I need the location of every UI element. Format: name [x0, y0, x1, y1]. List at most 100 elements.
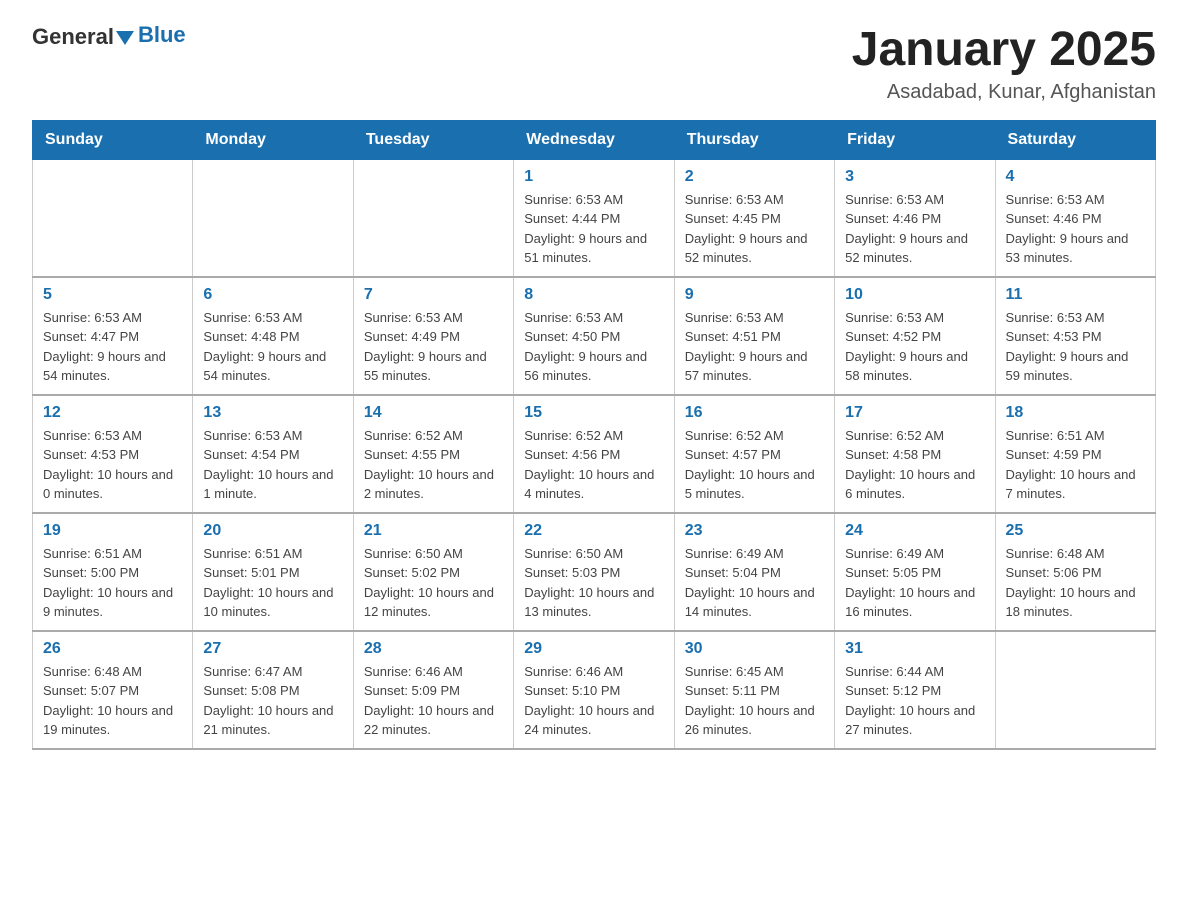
calendar-header: Sunday Monday Tuesday Wednesday Thursday… — [33, 120, 1156, 159]
day-number: 25 — [1006, 522, 1145, 540]
day-number: 11 — [1006, 286, 1145, 304]
day-info: Sunrise: 6:53 AMSunset: 4:46 PMDaylight:… — [1006, 190, 1145, 268]
day-number: 5 — [43, 286, 182, 304]
day-number: 31 — [845, 640, 984, 658]
day-number: 6 — [203, 286, 342, 304]
week-row-1: 1 Sunrise: 6:53 AMSunset: 4:44 PMDaylight… — [33, 159, 1156, 277]
day-info: Sunrise: 6:48 AMSunset: 5:06 PMDaylight:… — [1006, 544, 1145, 622]
day-info: Sunrise: 6:50 AMSunset: 5:03 PMDaylight:… — [524, 544, 663, 622]
day-cell: 20Sunrise: 6:51 AMSunset: 5:01 PMDayligh… — [193, 513, 353, 631]
day-info: Sunrise: 6:49 AMSunset: 5:05 PMDaylight:… — [845, 544, 984, 622]
day-number: 26 — [43, 640, 182, 658]
day-info: Sunrise: 6:53 AMSunset: 4:45 PMDaylight:… — [685, 190, 824, 268]
header-row: Sunday Monday Tuesday Wednesday Thursday… — [33, 120, 1156, 159]
day-info: Sunrise: 6:46 AMSunset: 5:09 PMDaylight:… — [364, 662, 503, 740]
day-cell: 27 Sunrise: 6:47 AMSunset: 5:08 PMDayligh… — [193, 631, 353, 749]
day-number: 18 — [1006, 404, 1145, 422]
logo: General Blue — [32, 24, 186, 50]
col-tuesday: Tuesday — [353, 120, 513, 159]
week-row-4: 19 Sunrise: 6:51 AMSunset: 5:00 PMDayligh… — [33, 513, 1156, 631]
day-number: 16 — [685, 404, 824, 422]
day-info: Sunrise: 6:48 AMSunset: 5:07 PMDaylight:… — [43, 662, 182, 740]
day-cell: 22 Sunrise: 6:50 AMSunset: 5:03 PMDayligh… — [514, 513, 674, 631]
day-number: 15 — [524, 404, 663, 422]
day-info: Sunrise: 6:52 AMSunset: 4:55 PMDaylight:… — [364, 426, 503, 504]
day-cell: 11Sunrise: 6:53 AMSunset: 4:53 PMDayligh… — [995, 277, 1155, 395]
day-number: 22 — [524, 522, 663, 540]
logo-general-text: General — [32, 24, 114, 50]
day-cell: 16Sunrise: 6:52 AMSunset: 4:57 PMDayligh… — [674, 395, 834, 513]
day-info: Sunrise: 6:45 AMSunset: 5:11 PMDaylight:… — [685, 662, 824, 740]
day-info: Sunrise: 6:47 AMSunset: 5:08 PMDaylight:… — [203, 662, 342, 740]
calendar-subtitle: Asadabad, Kunar, Afghanistan — [852, 81, 1156, 104]
day-number: 27 — [203, 640, 342, 658]
day-cell: 18 Sunrise: 6:51 AMSunset: 4:59 PMDayligh… — [995, 395, 1155, 513]
day-cell: 2 Sunrise: 6:53 AMSunset: 4:45 PMDaylight… — [674, 159, 834, 277]
day-number: 9 — [685, 286, 824, 304]
day-cell: 14 Sunrise: 6:52 AMSunset: 4:55 PMDayligh… — [353, 395, 513, 513]
day-info: Sunrise: 6:50 AMSunset: 5:02 PMDaylight:… — [364, 544, 503, 622]
day-number: 17 — [845, 404, 984, 422]
day-cell: 13 Sunrise: 6:53 AMSunset: 4:54 PMDayligh… — [193, 395, 353, 513]
day-info: Sunrise: 6:51 AMSunset: 4:59 PMDaylight:… — [1006, 426, 1145, 504]
day-cell: 24Sunrise: 6:49 AMSunset: 5:05 PMDayligh… — [835, 513, 995, 631]
day-cell — [995, 631, 1155, 749]
day-cell: 4 Sunrise: 6:53 AMSunset: 4:46 PMDaylight… — [995, 159, 1155, 277]
day-info: Sunrise: 6:46 AMSunset: 5:10 PMDaylight:… — [524, 662, 663, 740]
day-number: 29 — [524, 640, 663, 658]
day-number: 10 — [845, 286, 984, 304]
logo-triangle-icon — [116, 31, 134, 45]
col-wednesday: Wednesday — [514, 120, 674, 159]
day-cell: 9 Sunrise: 6:53 AMSunset: 4:51 PMDaylight… — [674, 277, 834, 395]
day-cell: 1 Sunrise: 6:53 AMSunset: 4:44 PMDaylight… — [514, 159, 674, 277]
logo-blue-text: Blue — [138, 22, 186, 48]
day-cell: 29 Sunrise: 6:46 AMSunset: 5:10 PMDayligh… — [514, 631, 674, 749]
day-info: Sunrise: 6:53 AMSunset: 4:50 PMDaylight:… — [524, 308, 663, 386]
day-info: Sunrise: 6:53 AMSunset: 4:54 PMDaylight:… — [203, 426, 342, 504]
day-info: Sunrise: 6:53 AMSunset: 4:49 PMDaylight:… — [364, 308, 503, 386]
day-cell: 21 Sunrise: 6:50 AMSunset: 5:02 PMDayligh… — [353, 513, 513, 631]
day-number: 2 — [685, 168, 824, 186]
day-number: 14 — [364, 404, 503, 422]
day-info: Sunrise: 6:52 AMSunset: 4:58 PMDaylight:… — [845, 426, 984, 504]
day-cell — [353, 159, 513, 277]
day-info: Sunrise: 6:44 AMSunset: 5:12 PMDaylight:… — [845, 662, 984, 740]
day-cell: 6Sunrise: 6:53 AMSunset: 4:48 PMDaylight… — [193, 277, 353, 395]
calendar-title: January 2025 — [852, 24, 1156, 77]
day-info: Sunrise: 6:53 AMSunset: 4:52 PMDaylight:… — [845, 308, 984, 386]
day-cell: 7 Sunrise: 6:53 AMSunset: 4:49 PMDaylight… — [353, 277, 513, 395]
day-number: 4 — [1006, 168, 1145, 186]
day-number: 28 — [364, 640, 503, 658]
day-number: 1 — [524, 168, 663, 186]
day-number: 7 — [364, 286, 503, 304]
day-cell: 15 Sunrise: 6:52 AMSunset: 4:56 PMDayligh… — [514, 395, 674, 513]
calendar-body: 1 Sunrise: 6:53 AMSunset: 4:44 PMDaylight… — [33, 159, 1156, 749]
day-cell: 8 Sunrise: 6:53 AMSunset: 4:50 PMDaylight… — [514, 277, 674, 395]
col-friday: Friday — [835, 120, 995, 159]
day-cell — [193, 159, 353, 277]
day-info: Sunrise: 6:52 AMSunset: 4:56 PMDaylight:… — [524, 426, 663, 504]
day-number: 3 — [845, 168, 984, 186]
day-cell: 31 Sunrise: 6:44 AMSunset: 5:12 PMDayligh… — [835, 631, 995, 749]
day-number: 19 — [43, 522, 182, 540]
day-cell: 19 Sunrise: 6:51 AMSunset: 5:00 PMDayligh… — [33, 513, 193, 631]
day-number: 8 — [524, 286, 663, 304]
week-row-2: 5 Sunrise: 6:53 AMSunset: 4:47 PMDaylight… — [33, 277, 1156, 395]
day-cell: 30 Sunrise: 6:45 AMSunset: 5:11 PMDayligh… — [674, 631, 834, 749]
day-cell: 3 Sunrise: 6:53 AMSunset: 4:46 PMDaylight… — [835, 159, 995, 277]
day-cell: 12Sunrise: 6:53 AMSunset: 4:53 PMDayligh… — [33, 395, 193, 513]
day-info: Sunrise: 6:53 AMSunset: 4:44 PMDaylight:… — [524, 190, 663, 268]
calendar-table: Sunday Monday Tuesday Wednesday Thursday… — [32, 120, 1156, 750]
day-cell: 28 Sunrise: 6:46 AMSunset: 5:09 PMDayligh… — [353, 631, 513, 749]
day-info: Sunrise: 6:53 AMSunset: 4:51 PMDaylight:… — [685, 308, 824, 386]
day-info: Sunrise: 6:51 AMSunset: 5:00 PMDaylight:… — [43, 544, 182, 622]
day-info: Sunrise: 6:53 AMSunset: 4:47 PMDaylight:… — [43, 308, 182, 386]
day-number: 21 — [364, 522, 503, 540]
day-cell: 17 Sunrise: 6:52 AMSunset: 4:58 PMDayligh… — [835, 395, 995, 513]
day-number: 30 — [685, 640, 824, 658]
day-info: Sunrise: 6:53 AMSunset: 4:46 PMDaylight:… — [845, 190, 984, 268]
day-number: 13 — [203, 404, 342, 422]
day-info: Sunrise: 6:53 AMSunset: 4:53 PMDaylight:… — [43, 426, 182, 504]
day-number: 20 — [203, 522, 342, 540]
title-block: January 2025 Asadabad, Kunar, Afghanista… — [852, 24, 1156, 104]
